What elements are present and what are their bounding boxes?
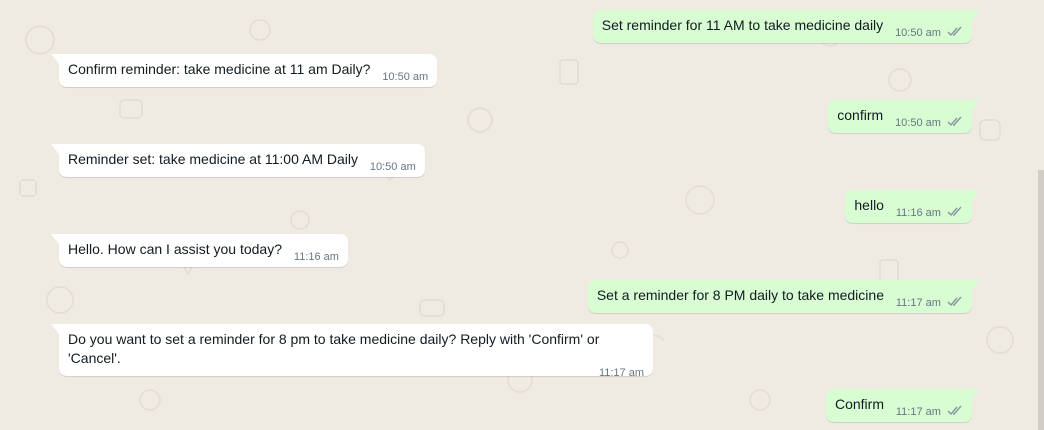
message-meta: 11:16 am	[896, 204, 963, 223]
message-text: confirm	[837, 107, 884, 123]
chat-scrollbar[interactable]	[1038, 170, 1044, 430]
message-text: Set a reminder for 8 PM daily to take me…	[596, 287, 884, 303]
message-meta: 11:16 am	[294, 248, 339, 267]
message-time: 10:50 am	[369, 161, 416, 173]
message-bubble-outgoing[interactable]: Set reminder for 11 AM to take medicine …	[592, 10, 981, 43]
message-bubble-outgoing[interactable]: Set a reminder for 8 PM daily to take me…	[587, 280, 981, 313]
message-time: 11:16 am	[293, 251, 339, 263]
message-meta: 10:50 am	[895, 114, 963, 133]
message-meta: 10:50 am	[895, 24, 963, 43]
message-time: 11:16 am	[895, 207, 941, 219]
message-bubble-incoming[interactable]: Confirm reminder: take medicine at 11 am…	[50, 54, 438, 87]
double-check-icon	[947, 116, 962, 127]
chat-panel: Set reminder for 11 AM to take medicine …	[0, 0, 1044, 430]
message-bubble-outgoing[interactable]: Confirm 11:17 am	[825, 389, 981, 422]
message-text: Hello. How can I assist you today?	[68, 241, 282, 257]
message-meta: 11:17 am	[896, 294, 963, 313]
double-check-icon	[947, 296, 962, 307]
message-bubble-outgoing[interactable]: confirm 10:50 am	[828, 100, 980, 133]
message-meta: 11:17 am	[68, 364, 644, 383]
message-time: 10:50 am	[895, 27, 941, 39]
message-time: 11:17 am	[598, 367, 644, 379]
message-text: Confirm reminder: take medicine at 11 am…	[68, 61, 371, 77]
message-time: 11:17 am	[895, 406, 941, 418]
message-meta: 10:50 am	[370, 158, 416, 177]
message-time: 10:50 am	[382, 71, 429, 83]
message-time: 10:50 am	[895, 117, 941, 129]
double-check-icon	[947, 206, 962, 217]
message-text: Reminder set: take medicine at 11:00 AM …	[68, 151, 358, 167]
message-text: hello	[854, 197, 884, 213]
double-check-icon	[947, 26, 962, 37]
message-time: 11:17 am	[895, 297, 941, 309]
message-meta: 11:17 am	[896, 403, 963, 422]
message-bubble-incoming[interactable]: Reminder set: take medicine at 11:00 AM …	[51, 144, 425, 177]
message-text: Do you want to set a reminder for 8 pm t…	[68, 331, 600, 366]
message-meta: 10:50 am	[382, 68, 428, 87]
message-text: Set reminder for 11 AM to take medicine …	[601, 17, 884, 33]
message-bubble-outgoing[interactable]: hello 11:16 am	[845, 190, 980, 223]
double-check-icon	[947, 405, 962, 416]
message-bubble-incoming[interactable]: Hello. How can I assist you today? 11:16…	[51, 234, 348, 267]
message-bubble-incoming[interactable]: Do you want to set a reminder for 8 pm t…	[51, 324, 653, 379]
message-text: Confirm	[834, 396, 884, 412]
